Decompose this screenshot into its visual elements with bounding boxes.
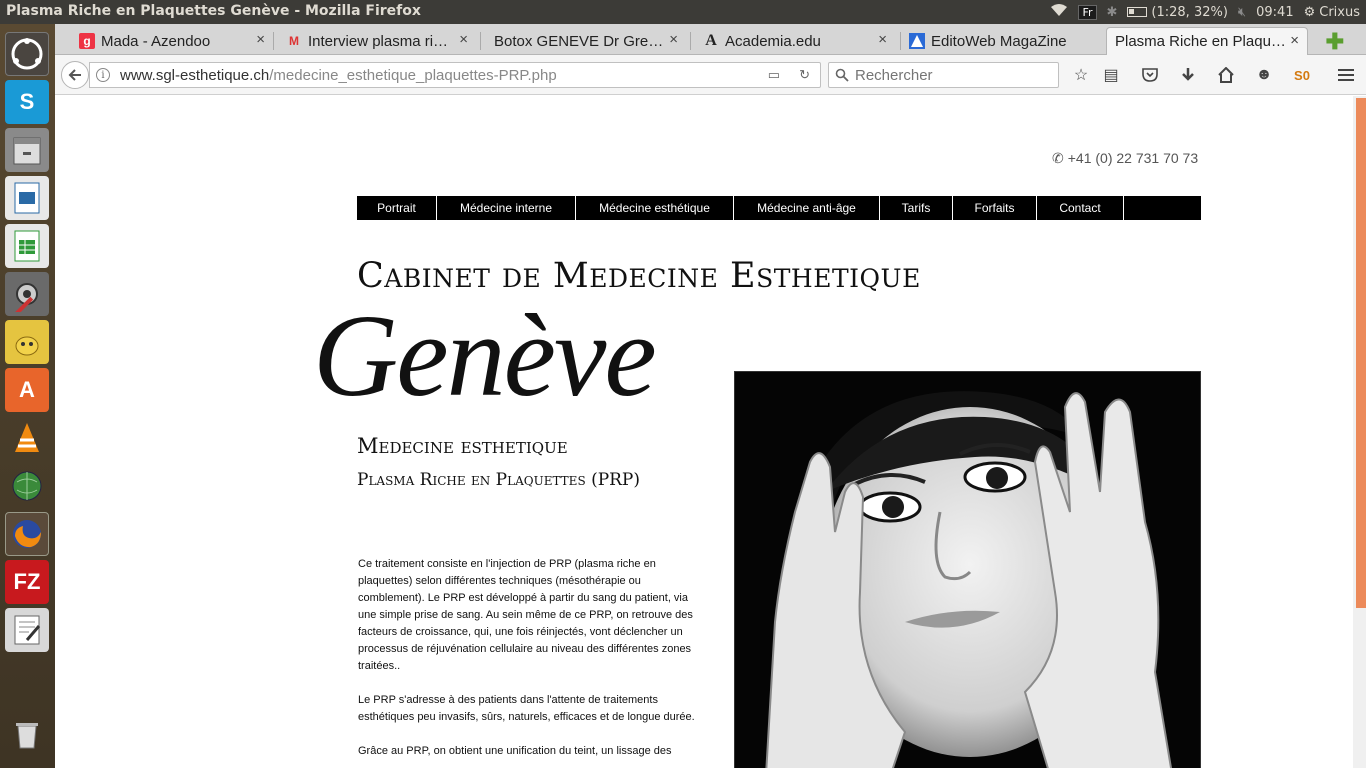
tab-close-button[interactable]: ×: [878, 31, 887, 48]
azendoo-icon: g: [79, 33, 95, 49]
files-icon[interactable]: [5, 128, 49, 172]
new-tab-button[interactable]: ✚: [1326, 29, 1344, 55]
menu-item-medecine-anti-age[interactable]: Médecine anti-âge: [734, 196, 880, 220]
ubuntu-software-center-icon[interactable]: A: [5, 368, 49, 412]
tab-close-button[interactable]: ×: [256, 31, 265, 48]
menu-item-contact[interactable]: Contact: [1037, 196, 1124, 220]
web-page: ✆ +41 (0) 22 731 70 73 Portrait Médecine …: [55, 96, 1353, 768]
reload-icon[interactable]: ↻: [799, 67, 810, 83]
search-icon: [835, 68, 849, 82]
paragraph: Le PRP s'adresse à des patients dans l'a…: [358, 694, 695, 723]
page-scrollbar[interactable]: [1353, 96, 1366, 768]
tab-label: EditoWeb MagaZine: [931, 32, 1067, 50]
city-heading: Genève: [313, 290, 657, 421]
clock[interactable]: 09:41: [1256, 5, 1293, 20]
network-globe-icon[interactable]: [5, 464, 49, 508]
tab-close-button[interactable]: ×: [669, 31, 678, 48]
tab-gmail[interactable]: M Interview plasma ri… ×: [278, 27, 476, 55]
window-title-bar: Plasma Riche en Plaquettes Genève - Mozi…: [0, 0, 1366, 24]
tab-strip: g Mada - Azendoo × M Interview plasma ri…: [55, 24, 1366, 55]
search-input[interactable]: [855, 66, 1045, 84]
battery-icon: [1127, 7, 1148, 17]
menu-item-medecine-interne[interactable]: Médecine interne: [437, 196, 576, 220]
portrait-photo: [734, 371, 1201, 768]
wifi-icon[interactable]: [1050, 3, 1068, 21]
firefox-icon[interactable]: [5, 512, 49, 556]
unity-launcher: S A FZ: [0, 24, 55, 768]
bookmark-star-icon[interactable]: ☆: [1071, 65, 1091, 85]
address-bar[interactable]: i www.sgl-esthetique.ch/medecine_estheti…: [89, 62, 821, 88]
phone-number[interactable]: ✆ +41 (0) 22 731 70 73: [1052, 150, 1198, 167]
teapot-app-icon[interactable]: [5, 320, 49, 364]
trash-icon[interactable]: [5, 712, 49, 756]
back-arrow-icon: [68, 69, 81, 81]
url-path: /medecine_esthetique_plaquettes-PRP.php: [269, 66, 557, 84]
site-info-icon[interactable]: i: [96, 68, 110, 82]
phone-icon: ✆: [1052, 150, 1064, 166]
navigation-bar: i www.sgl-esthetique.ch/medecine_estheti…: [55, 55, 1366, 95]
portrait-illustration: [735, 372, 1200, 768]
tab-plasma-active[interactable]: Plasma Riche en Plaqu… ×: [1106, 27, 1308, 55]
libreoffice-calc-icon[interactable]: [5, 224, 49, 268]
extension-icon[interactable]: S0: [1292, 65, 1312, 85]
menu-item-forfaits[interactable]: Forfaits: [953, 196, 1037, 220]
tab-azendoo[interactable]: g Mada - Azendoo ×: [71, 27, 273, 55]
window-title: Plasma Riche en Plaquettes Genève - Mozi…: [6, 3, 421, 19]
keyboard-layout-indicator[interactable]: Fr: [1078, 4, 1097, 20]
user-name: Crixus: [1319, 4, 1360, 20]
section-subheading: Plasma Riche en Plaquettes (PRP): [357, 470, 641, 490]
search-bar[interactable]: [828, 62, 1059, 88]
power-gear-icon: ⚙: [1303, 4, 1316, 20]
volume-muted-icon[interactable]: 🔇︎: [1238, 5, 1246, 20]
tab-label: Academia.edu: [725, 32, 821, 50]
phone-text: +41 (0) 22 731 70 73: [1067, 150, 1199, 166]
tab-label: Plasma Riche en Plaqu…: [1115, 33, 1286, 50]
scrollbar-thumb[interactable]: [1356, 98, 1366, 608]
home-icon[interactable]: [1216, 65, 1236, 85]
skype-icon[interactable]: S: [5, 80, 49, 124]
session-menu[interactable]: ⚙ Crixus: [1304, 5, 1360, 20]
system-settings-icon[interactable]: [5, 272, 49, 316]
libreoffice-impress-icon[interactable]: [5, 176, 49, 220]
tab-academia[interactable]: A Academia.edu ×: [695, 27, 895, 55]
article-body: Ce traitement consiste en l'injection de…: [358, 556, 698, 768]
paragraph: Grâce au PRP, on obtient une unification…: [358, 745, 672, 757]
tab-close-button[interactable]: ×: [1290, 32, 1299, 49]
paragraph: Ce traitement consiste en l'injection de…: [358, 558, 693, 672]
tab-label: Botox GENEVE Dr Gre…: [494, 32, 664, 50]
menu-item-medecine-esthetique[interactable]: Médecine esthétique: [576, 196, 734, 220]
back-button[interactable]: [61, 61, 89, 89]
text-editor-icon[interactable]: [5, 608, 49, 652]
tab-botox[interactable]: Botox GENEVE Dr Gre… ×: [486, 27, 686, 55]
gmail-icon: M: [289, 34, 299, 48]
hamburger-menu-icon[interactable]: [1336, 65, 1356, 85]
system-tray: Fr ✱ (1:28, 32%) 🔇︎ 09:41 ⚙ Crixus: [1050, 0, 1360, 24]
section-heading: Medecine esthetique: [357, 434, 568, 458]
url-domain: www.sgl-esthetique.ch: [120, 66, 270, 84]
vlc-icon[interactable]: [5, 416, 49, 460]
filezilla-icon[interactable]: FZ: [5, 560, 49, 604]
menu-item-tarifs[interactable]: Tarifs: [880, 196, 953, 220]
academia-icon: A: [705, 32, 717, 49]
bookmarks-library-icon[interactable]: ▤: [1101, 65, 1121, 85]
battery-text: (1:28, 32%): [1151, 4, 1228, 20]
pocket-icon[interactable]: [1140, 65, 1160, 85]
hello-chat-icon[interactable]: ☻: [1254, 65, 1274, 85]
reader-view-icon[interactable]: ▭: [768, 67, 780, 83]
tab-label: Interview plasma ri…: [308, 32, 449, 50]
downloads-icon[interactable]: [1178, 65, 1198, 85]
tab-close-button[interactable]: ×: [459, 31, 468, 48]
tab-editoweb[interactable]: EditoWeb MagaZine: [901, 27, 1101, 55]
battery-indicator[interactable]: (1:28, 32%): [1127, 5, 1228, 20]
bluetooth-icon[interactable]: ✱: [1107, 5, 1118, 20]
editoweb-icon: [909, 33, 925, 49]
site-main-menu: Portrait Médecine interne Médecine esthé…: [357, 196, 1201, 220]
ubuntu-dash-icon[interactable]: [5, 32, 49, 76]
menu-item-portrait[interactable]: Portrait: [357, 196, 437, 220]
tab-label: Mada - Azendoo: [101, 32, 211, 50]
